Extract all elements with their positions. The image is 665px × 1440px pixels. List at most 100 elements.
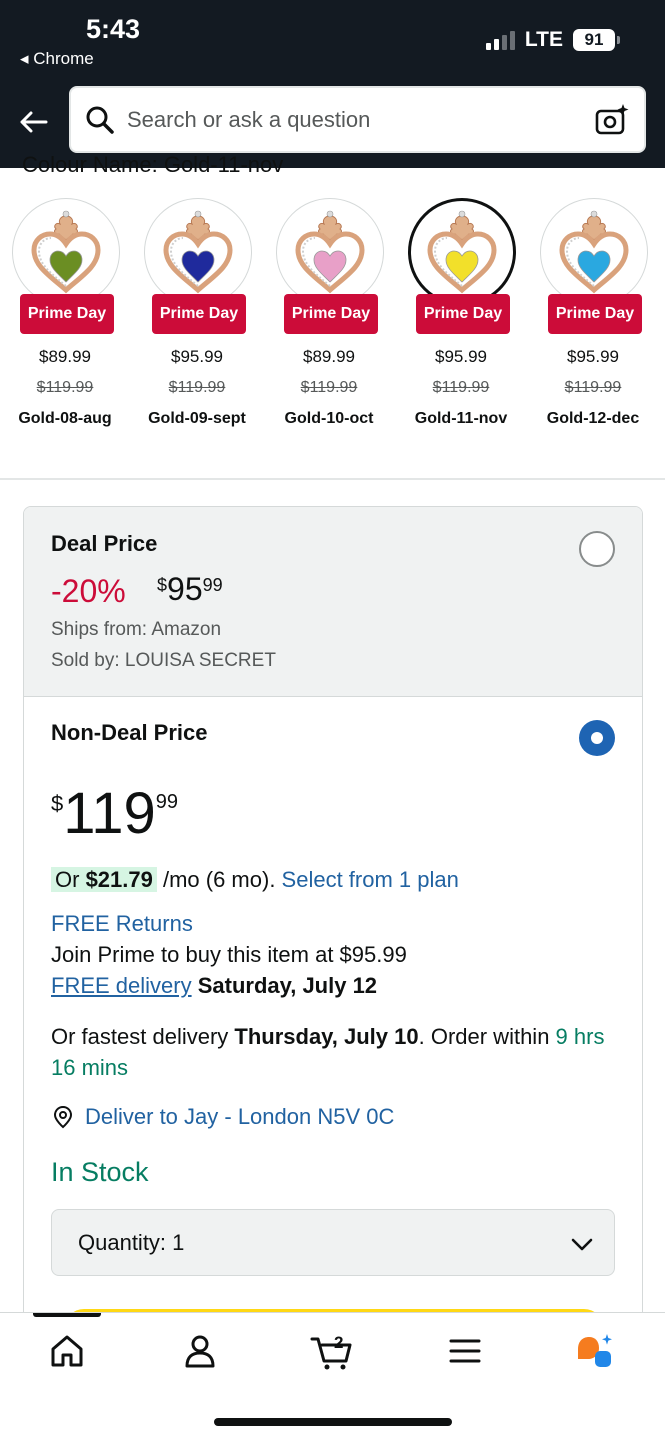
search-bar[interactable] [69,86,646,153]
prime-day-badge: Prime Day [416,294,510,334]
variant-list-price: $119.99 [168,379,226,396]
variant-price: $89.99 [39,347,91,366]
non-deal-price: $ 119 99 [51,785,178,843]
network-label: LTE [524,28,563,51]
variant-image [12,198,120,306]
battery-level: 91 [584,30,604,49]
section-divider [0,478,665,480]
fastest-prefix: Or fastest delivery [51,1024,235,1049]
buy-box: Deal Price -20% $ 95 99 Ships from: Amaz… [23,506,643,1326]
search-input[interactable] [127,100,567,140]
signal-icon [485,30,515,50]
quantity-dropdown[interactable]: Quantity: 1 [51,1209,615,1276]
heart-pendant-image [163,210,233,294]
stock-status: In Stock [51,1157,149,1187]
top-bar: 5:43 ◂ Chrome LTE 91 [0,0,665,168]
cart-icon[interactable]: 2 [310,1331,356,1371]
select-plan-link[interactable]: Select from 1 plan [282,867,459,892]
cart-count: 2 [334,1333,343,1352]
variant-image [540,198,648,306]
deal-price-option[interactable]: Deal Price -20% $ 95 99 Ships from: Amaz… [24,507,642,697]
free-delivery-date: Saturday, July 12 [191,973,378,998]
installment-suffix: /mo (6 mo). [156,867,282,892]
variant-option[interactable]: Prime Day $89.99 $119.99 Gold-10-oct [266,196,392,436]
deliver-to-link[interactable]: Deliver to Jay - London N5V 0C [51,1104,394,1130]
heart-pendant-image [559,210,629,294]
deliver-to-text: Deliver to Jay - London N5V 0C [85,1104,395,1129]
cart-glyph: 2 [310,1333,352,1370]
deal-currency: $ [157,575,168,595]
heart-pendant-image [295,210,365,294]
back-to-app-link[interactable]: ◂ Chrome [20,49,94,69]
variant-option[interactable]: Prime Day $95.99 $119.99 Gold-09-sept [134,196,260,436]
home-indicator [214,1418,452,1426]
installment-amount: $21.79 [85,867,153,892]
prime-day-badge: Prime Day [152,294,246,334]
variant-name: Gold-10-oct [284,410,374,427]
variant-price: $95.99 [567,347,619,366]
installment-line: Or $21.79 /mo (6 mo). Select from 1 plan [51,867,459,893]
variant-list-price: $119.99 [300,379,358,396]
free-returns-link[interactable]: FREE Returns [51,911,193,937]
nav-active-indicator [33,1313,101,1317]
variant-selector: Prime Day $89.99 $119.99 Gold-08-aug Prime D… [0,196,665,446]
free-delivery-link[interactable]: FREE delivery [51,973,192,998]
quantity-label: Quantity: 1 [78,1230,185,1255]
variant-image [144,198,252,306]
variant-option[interactable]: Prime Day $89.99 $119.99 Gold-08-aug [2,196,128,436]
status-time: 5:43 [86,14,141,44]
variant-option[interactable]: Prime Day $95.99 $119.99 Gold-12-dec [530,196,656,436]
heart-pendant-image [31,210,101,294]
fastest-delivery-text: Or fastest delivery Thursday, July 10. O… [51,1021,621,1083]
home-icon[interactable] [47,1331,87,1371]
deal-price-whole: 95 [167,571,203,607]
deal-price-radio[interactable] [579,531,615,567]
variant-price: $89.99 [303,347,355,366]
deal-price-title: Deal Price [51,531,158,556]
bottom-nav: 2 [0,1312,665,1440]
prime-day-badge: Prime Day [548,294,642,334]
fastest-date: Thursday, July 10 [234,1024,419,1049]
prime-day-badge: Prime Day [284,294,378,334]
variant-name: Gold-09-sept [148,410,246,427]
sold-by: Sold by: LOUISA SECRET [51,650,276,671]
variant-price: $95.99 [171,347,223,366]
menu-icon[interactable] [445,1331,485,1371]
variant-name: Gold-11-nov [414,410,508,427]
back-arrow-icon[interactable] [16,104,52,140]
colour-name-label: Colour Name: Gold-11-nov [22,152,284,174]
variant-image [276,198,384,306]
join-prime-text: Join Prime to buy this item at $95.99 [51,942,407,967]
free-delivery-line: FREE delivery Saturday, July 12 [51,973,377,999]
ships-from: Ships from: Amazon [51,619,222,640]
variant-image [408,198,516,306]
non-deal-price-title: Non-Deal Price [51,720,208,745]
deal-price-fraction: 99 [202,575,223,595]
variant-name: Gold-12-dec [546,410,640,427]
battery-icon: 91 [573,29,620,51]
deal-price: $ 95 99 [157,571,223,608]
variant-option[interactable]: Prime Day $95.99 $119.99 Gold-11-nov [398,196,524,436]
variant-price: $95.99 [435,347,487,366]
deal-discount: -20% [51,573,126,609]
non-deal-price-fraction: 99 [155,791,178,813]
non-deal-price-whole: 119 [63,781,156,846]
variant-list-price: $119.99 [432,379,490,396]
variant-list-price: $119.99 [564,379,622,396]
installment-highlight: Or $21.79 [51,867,157,892]
rufus-icon[interactable] [575,1331,615,1371]
heart-pendant-image [427,210,497,294]
location-pin-icon [53,1105,73,1129]
search-icon [86,106,114,134]
status-indicators: LTE 91 [485,28,620,52]
non-deal-price-radio[interactable] [579,720,615,756]
variant-list-price: $119.99 [36,379,94,396]
chevron-down-icon [571,1238,593,1251]
variant-name: Gold-08-aug [18,410,112,427]
camera-search-icon[interactable] [594,102,630,138]
prime-day-badge: Prime Day [20,294,114,334]
fastest-mid: . Order within [418,1024,556,1049]
non-deal-currency: $ [51,791,64,816]
account-icon[interactable] [180,1331,220,1371]
installment-prefix: Or [55,867,86,892]
